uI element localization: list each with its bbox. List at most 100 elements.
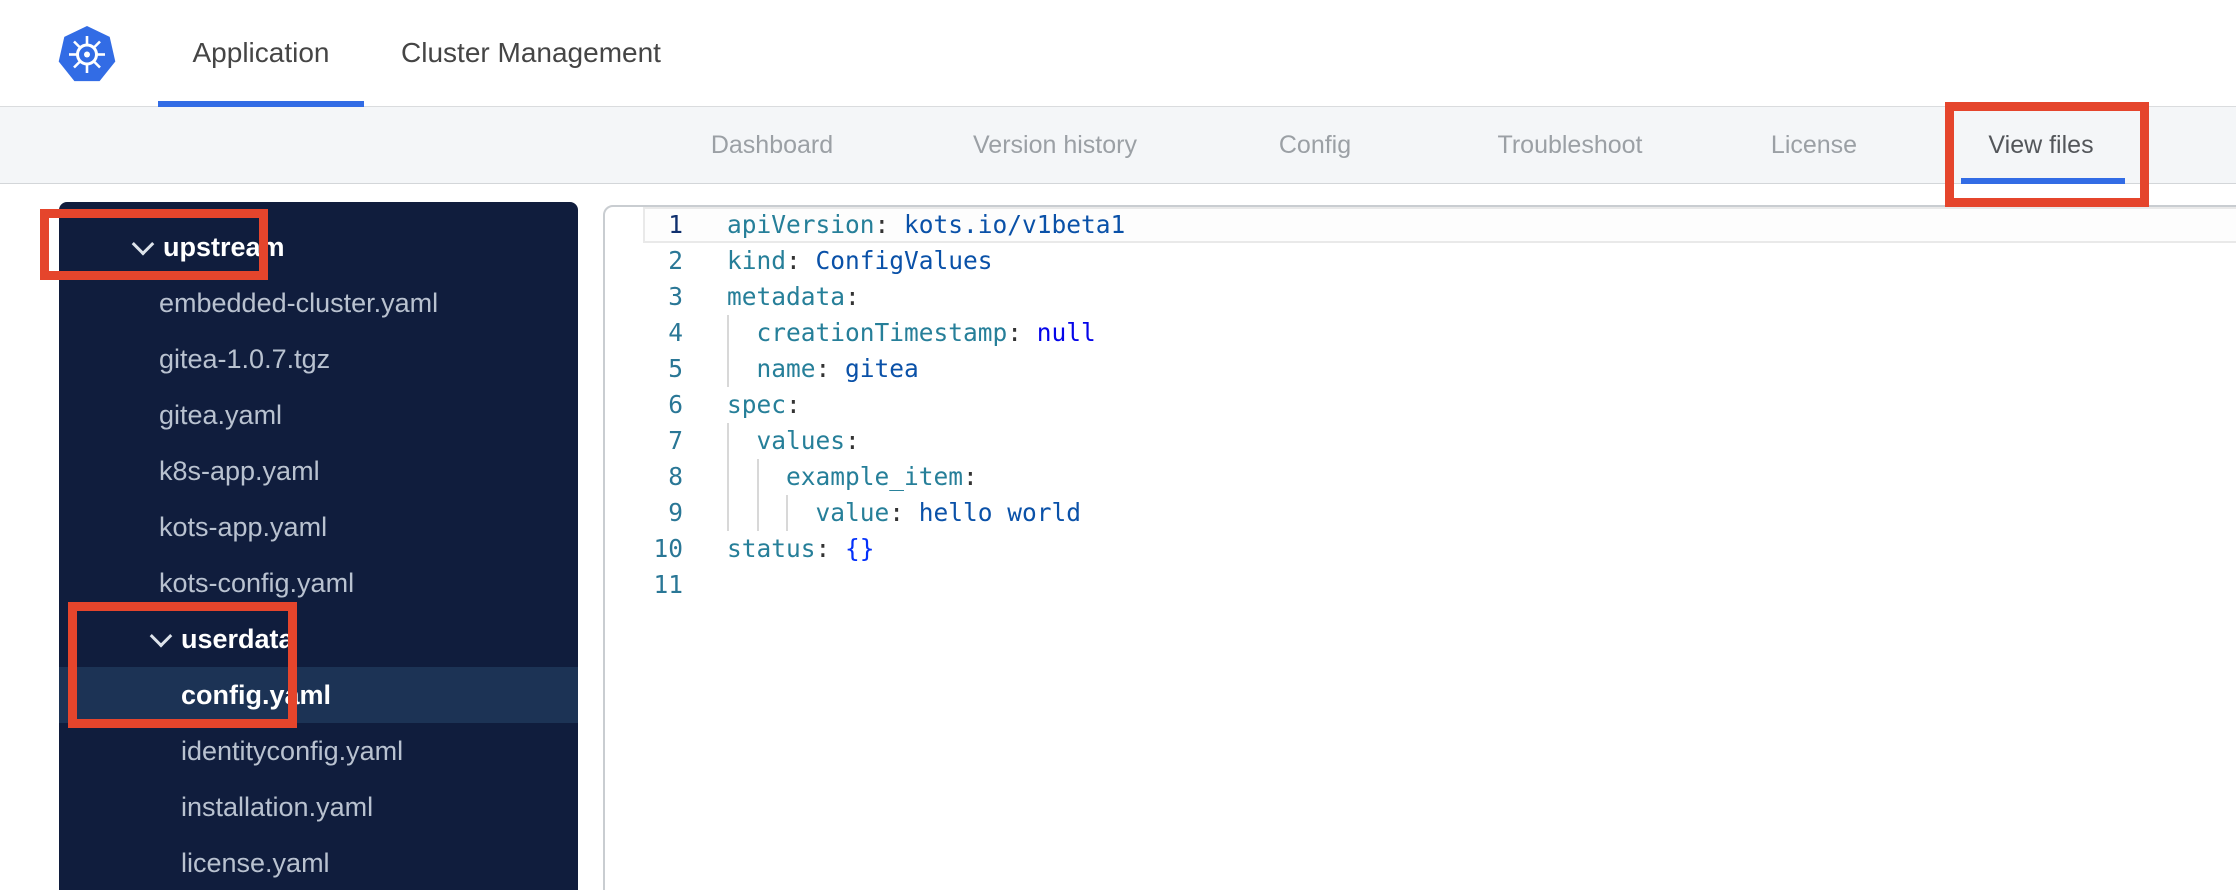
code-line-8: 8 example_item: — [605, 459, 2236, 495]
file-label: license.yaml — [181, 847, 330, 878]
tree-item-userdata[interactable]: userdata — [59, 611, 578, 667]
file-label: embedded-cluster.yaml — [159, 287, 439, 318]
subnav-item-config[interactable]: Config — [1279, 107, 1351, 183]
tree-item-gitea-yaml[interactable]: gitea.yaml — [59, 387, 578, 443]
file-label: kots-config.yaml — [159, 567, 355, 598]
token-key: example_item — [786, 462, 964, 491]
token-p: : — [786, 246, 816, 275]
line-number: 6 — [668, 390, 683, 419]
token-p: : — [786, 390, 801, 419]
file-label: identityconfig.yaml — [181, 735, 404, 766]
token-key: name — [756, 354, 816, 383]
code-line-5: 5 name: gitea — [605, 351, 2236, 387]
line-number: 1 — [668, 210, 683, 239]
line-content: spec: — [727, 387, 801, 423]
file-label: kots-app.yaml — [159, 511, 328, 542]
subnav-item-license[interactable]: License — [1771, 107, 1857, 183]
tree-item-k8s-app-yaml[interactable]: k8s-app.yaml — [59, 443, 578, 499]
indent-guide — [727, 351, 757, 387]
indent-guide — [727, 495, 757, 531]
line-number: 11 — [653, 570, 683, 599]
indent-guide — [756, 495, 787, 531]
line-number: 3 — [668, 282, 683, 311]
token-p: : — [815, 534, 846, 563]
tree-item-license-yaml[interactable]: license.yaml — [59, 835, 578, 890]
line-number: 4 — [668, 318, 683, 347]
indent-guide — [786, 495, 816, 531]
code-line-9: 9 value: hello world — [605, 495, 2236, 531]
token-p: : — [845, 282, 860, 311]
code-line-10: 10 status: {} — [605, 531, 2236, 567]
indent-guide — [756, 459, 787, 495]
app-header: Application Cluster Management — [0, 0, 2236, 107]
file-tree[interactable]: upstream embedded-cluster.yaml gitea-1.0.7… — [59, 202, 578, 890]
chevron-down-icon — [131, 232, 155, 256]
tree-item-kots-config-yaml[interactable]: kots-config.yaml — [59, 555, 578, 611]
line-number: 2 — [668, 246, 683, 275]
header-tab-cluster-management[interactable]: Cluster Management — [401, 0, 661, 106]
code-line-4: 4 creationTimestamp: null — [605, 315, 2236, 351]
code-line-3: 3 metadata: — [605, 279, 2236, 315]
token-p: : — [963, 462, 978, 491]
file-label: k8s-app.yaml — [159, 455, 320, 486]
line-number: 10 — [653, 534, 683, 563]
line-content: status: {} — [727, 531, 875, 567]
subnav-item-view-files[interactable]: View files — [1988, 107, 2093, 183]
file-label: config.yaml — [181, 679, 332, 710]
code-line-11: 11 — [605, 567, 2236, 603]
code-line-7: 7 values: — [605, 423, 2236, 459]
code-line-2: 2 kind: ConfigValues — [605, 243, 2236, 279]
subnav-item-version-history[interactable]: Version history — [973, 107, 1137, 183]
tree-item-upstream[interactable]: upstream — [59, 219, 578, 275]
tree-item-installation-yaml[interactable]: installation.yaml — [59, 779, 578, 835]
token-p: : — [815, 354, 846, 383]
line-content: creationTimestamp: null — [727, 315, 1096, 351]
token-key: value — [815, 498, 890, 527]
header-tab-application[interactable]: Application — [193, 0, 330, 106]
token-key: apiVersion — [727, 210, 875, 239]
file-label: gitea.yaml — [159, 399, 283, 430]
token-p: : — [874, 210, 905, 239]
tree-item-config-yaml[interactable]: config.yaml — [59, 667, 578, 723]
tree-item-embedded-cluster-yaml[interactable]: embedded-cluster.yaml — [59, 275, 578, 331]
subnav-item-dashboard[interactable]: Dashboard — [711, 107, 833, 183]
code-line-1: 1 apiVersion: kots.io/v1beta1 — [605, 207, 2236, 243]
token-key: creationTimestamp — [756, 318, 1008, 347]
line-number: 5 — [668, 354, 683, 383]
indent-guide — [727, 315, 757, 351]
line-number: 9 — [668, 498, 683, 527]
active-subnav-underline — [1961, 178, 2125, 184]
token-p: : — [845, 426, 860, 455]
token-key: values — [756, 426, 846, 455]
tree-item-kots-app-yaml[interactable]: kots-app.yaml — [59, 499, 578, 555]
code-lines: 1 apiVersion: kots.io/v1beta1 2 kind: Confi… — [605, 207, 2236, 603]
token-str: hello world — [918, 498, 1082, 527]
file-label: gitea-1.0.7.tgz — [159, 343, 331, 374]
line-content: values: — [727, 423, 860, 459]
subnav: Dashboard Version history Config Troublesho… — [0, 107, 2236, 184]
kubernetes-logo — [58, 26, 116, 82]
token-str: kots.io/v1beta1 — [904, 210, 1126, 239]
chevron-down-icon — [149, 624, 173, 648]
kots-admin-console: Application Cluster Management Dashboard V… — [0, 0, 2236, 890]
line-number: 8 — [668, 462, 683, 491]
line-content: apiVersion: kots.io/v1beta1 — [727, 207, 1125, 243]
line-content: example_item: — [727, 459, 978, 495]
file-label: installation.yaml — [181, 791, 374, 822]
indent-guide — [727, 423, 757, 459]
token-str: ConfigValues — [815, 246, 993, 275]
line-number: 7 — [668, 426, 683, 455]
token-p: : — [1007, 318, 1037, 347]
tree-item-identityconfig-yaml[interactable]: identityconfig.yaml — [59, 723, 578, 779]
line-content: value: hello world — [727, 495, 1081, 531]
token-br: {} — [845, 534, 875, 563]
token-key: status — [727, 534, 816, 563]
folder-label: upstream — [163, 231, 285, 262]
file-editor[interactable]: 1 apiVersion: kots.io/v1beta1 2 kind: Confi… — [603, 205, 2236, 890]
folder-label: userdata — [181, 623, 294, 654]
line-content: name: gitea — [727, 351, 919, 387]
indent-guide — [727, 459, 757, 495]
subnav-item-troubleshoot[interactable]: Troubleshoot — [1498, 107, 1643, 183]
tree-item-gitea-1-0-7-tgz[interactable]: gitea-1.0.7.tgz — [59, 331, 578, 387]
line-content: metadata: — [727, 279, 860, 315]
